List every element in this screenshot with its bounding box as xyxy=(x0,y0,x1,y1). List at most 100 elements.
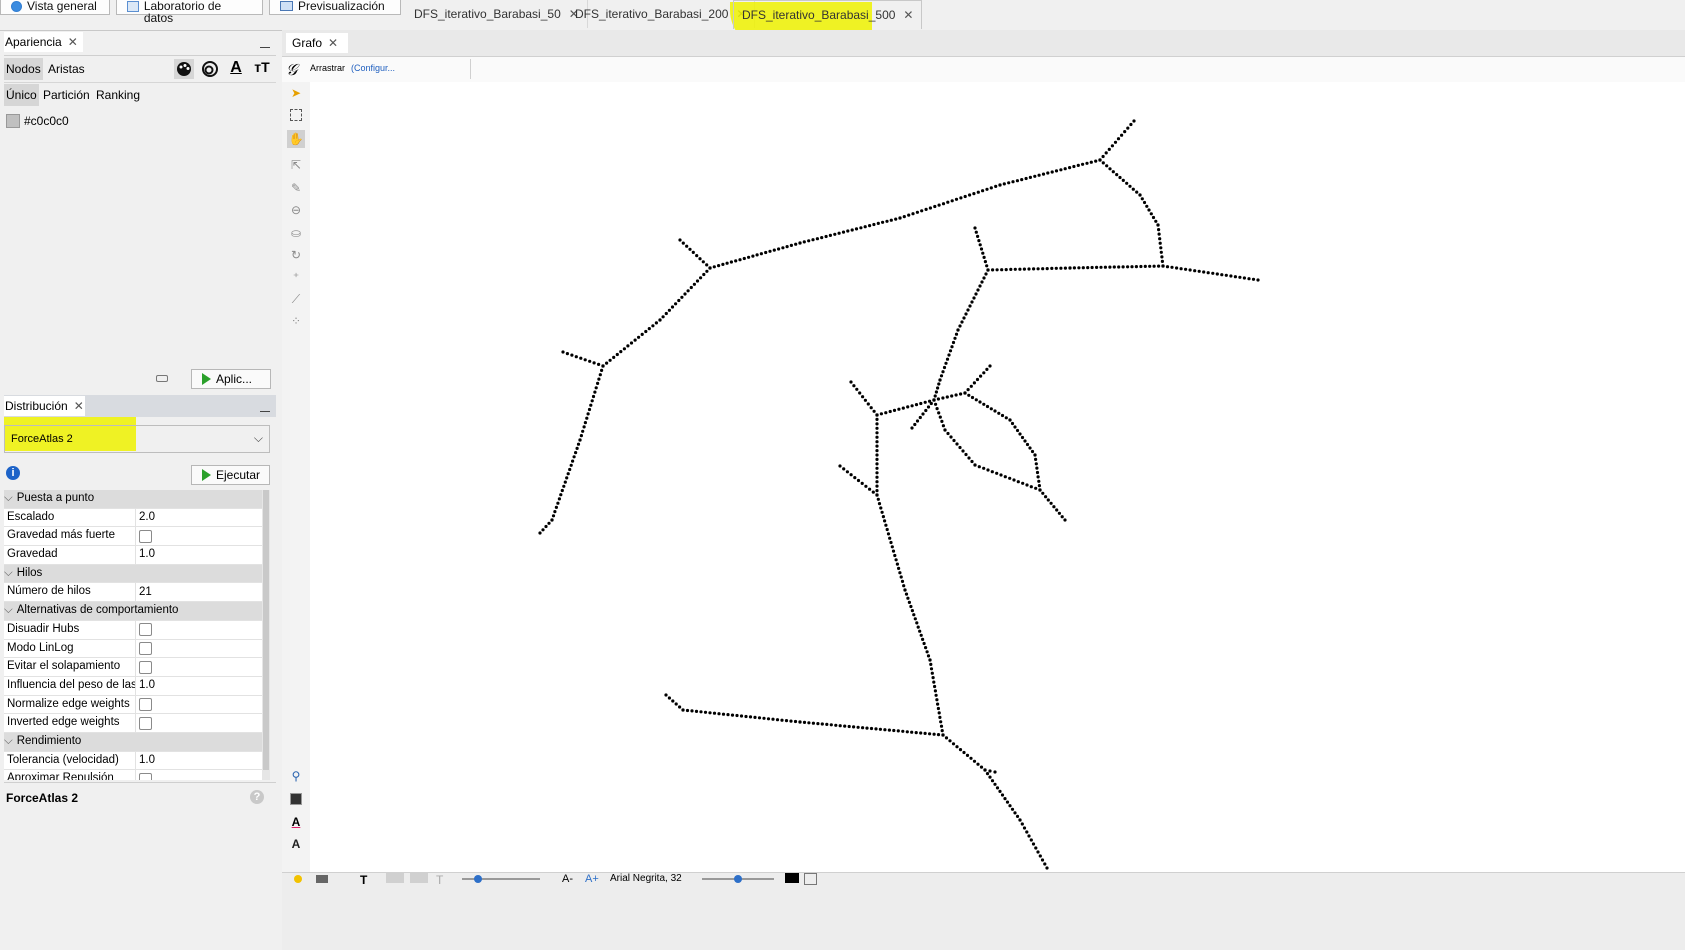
graph-node[interactable] xyxy=(712,711,717,715)
graph-node[interactable] xyxy=(958,445,962,450)
graph-node[interactable] xyxy=(654,321,658,325)
graph-node[interactable] xyxy=(1044,495,1048,499)
graph-node[interactable] xyxy=(939,720,943,724)
graph-node[interactable] xyxy=(1220,273,1224,277)
graph-node[interactable] xyxy=(892,728,896,733)
graph-node[interactable] xyxy=(681,241,685,245)
zoom-icon[interactable]: ⚲ xyxy=(289,769,303,783)
graph-node[interactable] xyxy=(998,183,1002,187)
edge-weight-slider[interactable] xyxy=(462,875,540,883)
graph-node[interactable] xyxy=(566,472,570,476)
graph-node[interactable] xyxy=(985,367,989,371)
graph-node[interactable] xyxy=(950,394,954,398)
graph-node[interactable] xyxy=(985,264,989,268)
graph-node[interactable] xyxy=(966,308,970,312)
graph-node[interactable] xyxy=(982,402,986,406)
graph-node[interactable] xyxy=(1076,163,1080,167)
graph-node[interactable] xyxy=(561,350,565,354)
graph-node[interactable] xyxy=(1110,144,1114,148)
palette-icon[interactable] xyxy=(174,59,194,79)
graph-node[interactable] xyxy=(875,440,879,444)
graph-node[interactable] xyxy=(551,514,556,518)
graph-node[interactable] xyxy=(699,276,703,280)
graph-node[interactable] xyxy=(932,398,936,402)
graph-node[interactable] xyxy=(978,400,982,404)
graph-node[interactable] xyxy=(940,419,944,423)
graph-node[interactable] xyxy=(1041,172,1046,176)
graph-node[interactable] xyxy=(1118,175,1122,180)
graph-node[interactable] xyxy=(721,262,725,266)
graph-node[interactable] xyxy=(820,722,824,726)
graph-node[interactable] xyxy=(789,719,793,723)
graph-node[interactable] xyxy=(868,224,872,228)
graph-node[interactable] xyxy=(702,272,706,277)
graph-node[interactable] xyxy=(986,468,990,472)
graph-node[interactable] xyxy=(856,725,860,729)
graph-node[interactable] xyxy=(629,341,634,345)
graph-node[interactable] xyxy=(721,712,726,716)
label-font-icon[interactable]: A xyxy=(289,837,303,851)
graph-node[interactable] xyxy=(751,254,755,258)
graph-node[interactable] xyxy=(845,470,850,474)
graph-node[interactable] xyxy=(922,641,926,646)
graph-node[interactable] xyxy=(677,298,681,303)
graph-node[interactable] xyxy=(941,396,945,400)
graph-node[interactable] xyxy=(1015,814,1020,819)
property-category[interactable]: ⌵ Puesta a punto xyxy=(4,490,262,509)
graph-node[interactable] xyxy=(1134,265,1138,269)
graph-node[interactable] xyxy=(1206,271,1210,275)
graph-node[interactable] xyxy=(1256,278,1260,282)
graph-node[interactable] xyxy=(974,292,978,296)
graph-node[interactable] xyxy=(895,562,900,566)
graph-node[interactable] xyxy=(802,720,807,725)
graph-node[interactable] xyxy=(1143,264,1147,268)
graph-node[interactable] xyxy=(1184,267,1188,271)
graph-node[interactable] xyxy=(1126,265,1130,269)
graph-node[interactable] xyxy=(688,247,692,251)
graph-node[interactable] xyxy=(1063,167,1067,171)
graph-node[interactable] xyxy=(1072,266,1076,270)
graph-node[interactable] xyxy=(933,394,937,398)
graph-node[interactable] xyxy=(999,473,1003,477)
graph-node[interactable] xyxy=(884,411,888,415)
graph-node[interactable] xyxy=(933,204,937,209)
graph-node[interactable] xyxy=(1159,250,1163,254)
graph-node[interactable] xyxy=(936,386,940,390)
graph-node[interactable] xyxy=(932,680,936,684)
graph-node[interactable] xyxy=(587,407,592,412)
graph-node[interactable] xyxy=(1179,267,1183,271)
graph-node[interactable] xyxy=(1025,830,1029,834)
doc-tab-barabasi-50[interactable]: DFS_iterativo_Barabasi_50 ✕ xyxy=(406,0,588,28)
graph-node[interactable] xyxy=(585,416,589,420)
graph-node[interactable] xyxy=(929,667,934,671)
graph-node[interactable] xyxy=(1211,271,1215,275)
run-button[interactable]: Ejecutar xyxy=(191,465,270,485)
graph-node[interactable] xyxy=(910,730,914,734)
graph-node[interactable] xyxy=(991,268,995,272)
graph-node[interactable] xyxy=(892,408,897,412)
font-size-up-icon[interactable]: A+ xyxy=(585,873,599,885)
graph-node[interactable] xyxy=(556,501,560,505)
graph-node[interactable] xyxy=(730,713,735,717)
graph-node[interactable] xyxy=(1011,180,1015,184)
graph-node[interactable] xyxy=(852,725,856,729)
data-lab-button[interactable]: Laboratorio de datos xyxy=(116,0,263,24)
graph-node[interactable] xyxy=(1229,274,1233,278)
graph-node[interactable] xyxy=(985,404,990,409)
close-icon[interactable]: ✕ xyxy=(903,1,913,29)
graph-node[interactable] xyxy=(931,676,935,680)
graph-node[interactable] xyxy=(1081,266,1085,270)
graph-node[interactable] xyxy=(963,391,967,395)
graph-node[interactable] xyxy=(593,390,597,394)
graph-node[interactable] xyxy=(1025,483,1029,487)
graph-node[interactable] xyxy=(983,260,988,264)
graph-node[interactable] xyxy=(1036,475,1040,479)
graph-node[interactable] xyxy=(1028,446,1032,450)
graph-node[interactable] xyxy=(1160,255,1164,259)
graph-node[interactable] xyxy=(934,693,938,697)
property-checkbox[interactable] xyxy=(139,716,152,730)
graph-node[interactable] xyxy=(913,422,917,427)
graph-node[interactable] xyxy=(861,395,865,399)
graph-node[interactable] xyxy=(907,213,911,217)
graph-node[interactable] xyxy=(1101,154,1105,159)
